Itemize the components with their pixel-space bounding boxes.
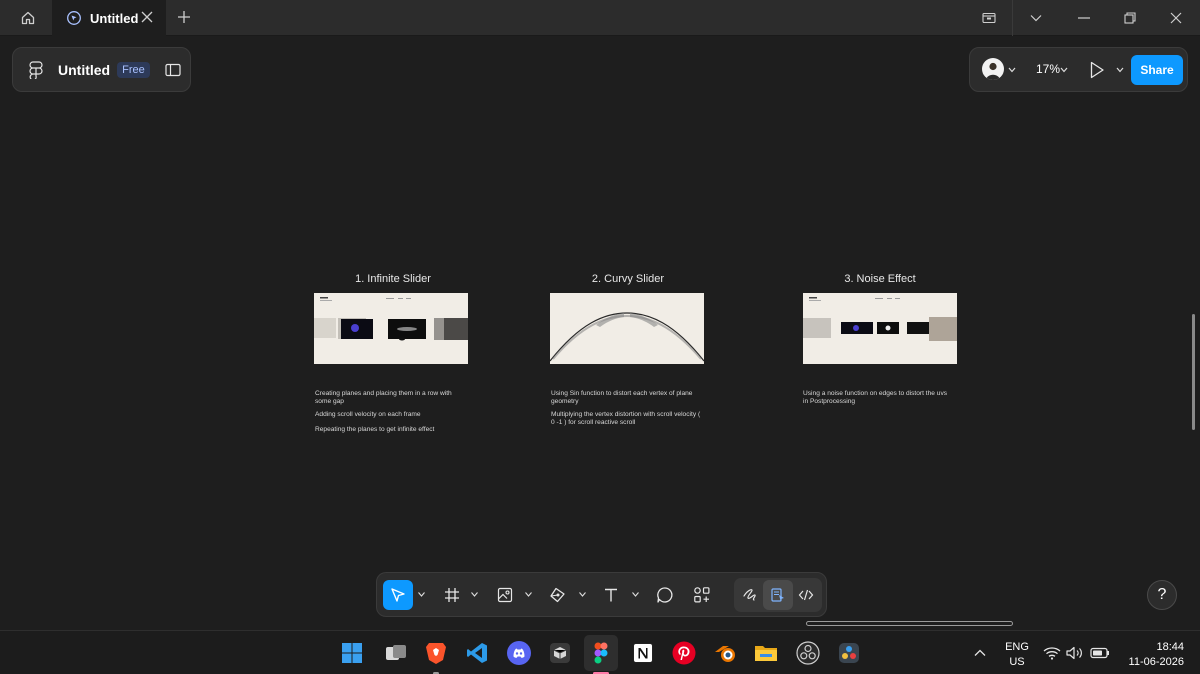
draw-icon [743,589,756,601]
frame-thumbnail[interactable] [803,293,957,364]
figma-app-icon[interactable] [589,641,613,665]
pen-icon [550,587,565,603]
app-cube-icon[interactable] [548,641,572,665]
note-text: Adding scroll velocity on each frame [315,411,421,419]
figma-window: Untitled Untitled Free 17% Share 1. Infi… [0,0,1200,674]
design-file-icon [66,10,82,26]
bottom-toolbar [376,572,827,617]
play-icon[interactable] [1089,61,1105,79]
note-text: Repeating the planes to get infinite eff… [315,425,435,433]
region-code: US [1009,656,1025,668]
sidebar-toggle-icon[interactable] [165,63,181,77]
volume-icon[interactable] [1066,641,1084,665]
minimize-icon[interactable] [1061,0,1107,36]
frame-notes: Using Sin function to distort each verte… [551,390,701,432]
language-code: ENG [1005,641,1029,653]
image-tool-button[interactable] [490,580,520,610]
comment-icon [657,587,673,603]
discord-icon[interactable] [507,641,531,665]
vscode-icon[interactable] [465,641,489,665]
wifi-icon[interactable] [1043,641,1061,665]
figma-menu-icon[interactable] [28,60,44,81]
language-indicator[interactable]: ENG US [1002,640,1032,670]
brave-browser-icon[interactable] [424,641,448,665]
clock-time: 18:44 [1156,641,1184,653]
tab-untitled[interactable]: Untitled [52,0,166,36]
chevron-down-icon[interactable] [1060,67,1068,73]
file-explorer-icon[interactable] [754,641,778,665]
frame-thumbnail[interactable] [550,293,704,364]
windows-start-icon[interactable] [340,641,364,665]
os-taskbar: ENG US 18:44 11-06-2026 [0,630,1200,674]
dev-mode-button[interactable] [791,580,821,610]
plan-badge[interactable]: Free [117,61,150,78]
home-icon[interactable] [12,7,44,29]
shapes-plus-icon [694,587,710,603]
mode-switcher [734,578,822,612]
tab-label: Untitled [90,10,139,26]
battery-icon[interactable] [1090,641,1110,665]
chevron-down-icon[interactable] [632,592,639,597]
file-title[interactable]: Untitled [58,62,110,78]
share-panel: 17% Share [969,47,1188,92]
note-text: Creating planes and placing them in a ro… [315,390,452,405]
frame-title[interactable]: 3. Noise Effect [800,273,960,285]
frame-title[interactable]: 1. Infinite Slider [313,273,473,285]
chevron-down-icon[interactable] [418,592,425,597]
chevron-down-icon[interactable] [471,592,478,597]
obs-studio-icon[interactable] [796,641,820,665]
file-panel: Untitled Free [12,47,191,92]
vertical-scrollbar[interactable] [1192,314,1195,430]
chevron-down-icon[interactable] [525,592,532,597]
chevron-down-icon[interactable] [1013,0,1059,36]
text-icon [605,588,617,602]
note-text: Using Sin function to distort each verte… [551,390,693,405]
avatar[interactable] [982,58,1004,80]
davinci-resolve-icon[interactable] [837,641,861,665]
chevron-down-icon[interactable] [1008,67,1016,73]
frame-tool-button[interactable] [437,580,467,610]
cursor-icon [391,588,405,602]
comment-tool-button[interactable] [650,580,680,610]
chevron-up-icon[interactable] [970,641,990,665]
note-text: Using a noise function on edges to disto… [803,390,948,405]
frame-notes: Creating planes and placing them in a ro… [315,390,465,439]
code-icon [798,589,814,601]
design-mode-icon [771,588,784,602]
help-button[interactable]: ? [1147,580,1177,610]
frame-title[interactable]: 2. Curvy Slider [548,273,708,285]
note-text: Multiplying the vertex distortion with s… [551,411,701,426]
zoom-level[interactable]: 17% [1036,62,1060,76]
pinterest-icon[interactable] [672,641,696,665]
task-view-icon[interactable] [384,641,408,665]
pen-tool-button[interactable] [543,580,573,610]
move-tool-button[interactable] [383,580,413,610]
share-button[interactable]: Share [1131,55,1183,85]
close-window-icon[interactable] [1153,0,1199,36]
actions-tool-button[interactable] [687,580,717,610]
close-tab-icon[interactable] [140,10,154,24]
draw-mode-button[interactable] [735,580,765,610]
image-icon [497,587,513,603]
chevron-down-icon[interactable] [1116,67,1124,73]
chevron-down-icon[interactable] [579,592,586,597]
notion-icon[interactable] [631,641,655,665]
frame-icon [445,588,459,602]
blender-icon[interactable] [713,641,737,665]
design-mode-button[interactable] [763,580,793,610]
tab-bar: Untitled [0,0,1200,36]
clock-date: 11-06-2026 [1128,656,1184,668]
new-tab-icon[interactable] [176,9,192,25]
frame-notes: Using a noise function on edges to disto… [803,390,953,411]
horizontal-scrollbar[interactable] [806,621,1013,626]
restore-icon[interactable] [1107,0,1153,36]
system-clock[interactable]: 18:44 11-06-2026 [1110,640,1184,670]
folder-icon[interactable] [966,0,1012,36]
text-tool-button[interactable] [596,580,626,610]
frame-thumbnail[interactable] [314,293,468,364]
